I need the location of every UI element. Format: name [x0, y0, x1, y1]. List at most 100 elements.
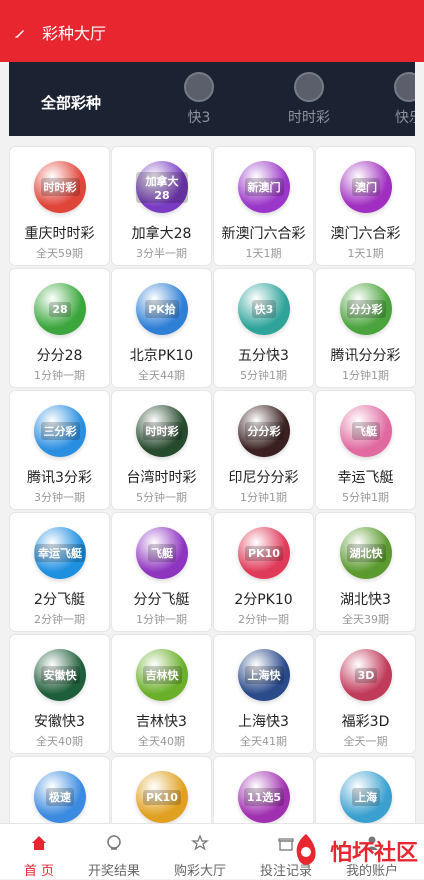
lottery-frequency: 全天一期 [343, 735, 388, 748]
lottery-card[interactable]: 3D 福彩3D 全天一期 [315, 634, 416, 754]
lottery-name: 五分快3 [238, 348, 289, 364]
lottery-logo-icon: 澳门 [340, 161, 392, 213]
lottery-frequency: 2分钟一期 [238, 613, 289, 626]
lottery-logo-icon: 新澳门 [238, 161, 290, 213]
lottery-card[interactable]: 澳门澳门六合彩 1天1期 [315, 146, 416, 266]
lottery-frequency: 全天59期 [36, 247, 83, 260]
star-icon [191, 834, 209, 851]
lottery-logo-icon: 三分彩 [34, 405, 86, 457]
lottery-logo-text: 上海 [352, 788, 380, 806]
lottery-card[interactable]: 时时彩重庆时时彩全天59期 [9, 146, 110, 266]
lottery-frequency: 3分半一期 [136, 247, 187, 260]
lottery-logo-icon: 时时彩 [136, 405, 188, 457]
category-tab-label: 快3 [187, 110, 211, 126]
lottery-logo-icon: 安徽快 [34, 649, 86, 701]
lottery-logo-text: 时时彩 [142, 422, 182, 440]
top-header: 彩种大厅 [0, 0, 424, 62]
category-tab-kl[interactable]: 快乐 [379, 72, 415, 132]
lottery-logo-text: 快3 [251, 300, 277, 318]
lottery-card[interactable]: PK10 2分PK10 2分钟一期 [213, 512, 314, 632]
lottery-name: 北京PK10 [129, 348, 194, 364]
tab-results[interactable]: 开奖结果 [84, 824, 144, 880]
lottery-logo-text: 吉林快 [142, 666, 182, 684]
lottery-card[interactable]: PK拾北京PK10 全天44期 [111, 268, 212, 388]
lottery-frequency: 1天1期 [245, 247, 282, 260]
tab-label: 购彩大厅 [173, 864, 226, 879]
lottery-card[interactable]: 28 分分28 1分钟一期 [9, 268, 110, 388]
lottery-logo-text: 湖北快 [346, 544, 386, 562]
lottery-logo-icon: PK拾 [136, 283, 188, 335]
lottery-name: 分分28 [36, 348, 83, 364]
lottery-card[interactable]: 飞艇 幸运飞艇 5分钟1期 [315, 390, 416, 510]
tab-label: 开奖结果 [87, 864, 140, 879]
lottery-logo-text: 新澳门 [244, 178, 284, 196]
lottery-name: 吉林快3 [136, 714, 187, 730]
lottery-logo-icon: 上海 [340, 771, 392, 823]
lottery-card[interactable]: 快3 五分快3 5分钟1期 [213, 268, 314, 388]
pencil-icon[interactable] [14, 27, 26, 39]
category-tab-label: 时时彩 [288, 110, 330, 126]
lottery-logo-icon: PK10 [136, 771, 188, 823]
lottery-logo-icon: 湖北快 [340, 527, 392, 579]
lottery-name: 分分飞艇 [133, 592, 190, 608]
lottery-logo-text: PK10 [143, 789, 181, 805]
category-tab-label: 快乐 [395, 110, 415, 126]
lottery-card[interactable]: 三分彩 腾讯3分彩 3分钟一期 [9, 390, 110, 510]
tab-home[interactable]: 首 页 [16, 824, 62, 880]
lottery-logo-icon: 3D [340, 649, 392, 701]
lottery-name: 湖北快3 [340, 592, 391, 608]
lottery-card[interactable]: 新澳门新澳门六合彩 1天1期 [213, 146, 314, 266]
lottery-name: 澳门六合彩 [330, 226, 401, 242]
lottery-name: 印尼分分彩 [228, 470, 299, 486]
lottery-frequency: 1天1期 [347, 247, 384, 260]
lottery-frequency: 2分钟一期 [34, 613, 85, 626]
page-title: 彩种大厅 [42, 24, 107, 43]
lottery-logo-text: 28 [49, 301, 71, 317]
lottery-logo-text: 三分彩 [40, 422, 80, 440]
tab-label: 首 页 [23, 864, 55, 879]
lottery-card[interactable]: 安徽快 安徽快3 全天40期 [9, 634, 110, 754]
lottery-name: 安徽快3 [34, 714, 85, 730]
lottery-logo-text: 飞艇 [352, 422, 380, 440]
lottery-logo-icon: 上海快 [238, 649, 290, 701]
category-all-tab[interactable]: 全部彩种 [41, 92, 101, 113]
lottery-name: 重庆时时彩 [24, 226, 95, 242]
category-tab-ssc[interactable]: 时时彩 [279, 72, 339, 132]
lottery-card[interactable]: 加拿大28 加拿大28 3分半一期 [111, 146, 212, 266]
lottery-card[interactable]: 分分彩 腾讯分分彩 1分钟1期 [315, 268, 416, 388]
lottery-logo-icon: PK10 [238, 527, 290, 579]
lottery-logo-text: 时时彩 [40, 178, 80, 196]
lottery-name: 腾讯分分彩 [330, 348, 401, 364]
lottery-card[interactable]: 飞艇 分分飞艇 1分钟一期 [111, 512, 212, 632]
lottery-card[interactable]: 分分彩 印尼分分彩 1分钟1期 [213, 390, 314, 510]
lottery-frequency: 5分钟1期 [240, 369, 287, 382]
watermark-logo-icon [296, 834, 316, 865]
lottery-card[interactable]: 上海快 上海快3 全天41期 [213, 634, 314, 754]
lottery-name: 幸运飞艇 [337, 470, 394, 486]
category-bar: 全部彩种 快3 时时彩 快乐 [9, 62, 415, 136]
lottery-logo-icon: 飞艇 [340, 405, 392, 457]
kl-icon [394, 72, 415, 102]
lottery-card[interactable]: 湖北快 湖北快3 全天39期 [315, 512, 416, 632]
lottery-logo-icon: 分分彩 [238, 405, 290, 457]
lottery-logo-text: 加拿大28 [136, 171, 188, 203]
lottery-frequency: 1分钟一期 [136, 613, 187, 626]
category-tab-k3[interactable]: 快3 [169, 72, 229, 132]
lottery-logo-text: 分分彩 [244, 422, 284, 440]
lottery-name: 台湾时时彩 [126, 470, 197, 486]
lottery-frequency: 全天44期 [138, 369, 185, 382]
lottery-frequency: 全天41期 [240, 735, 287, 748]
lottery-logo-icon: 加拿大28 [136, 161, 188, 213]
tab-lobby[interactable]: 购彩大厅 [170, 824, 230, 880]
lottery-name: 新澳门六合彩 [221, 226, 306, 242]
lottery-card[interactable]: 吉林快 吉林快3 全天40期 [111, 634, 212, 754]
lottery-logo-icon: 28 [34, 283, 86, 335]
lottery-card[interactable]: 时时彩 台湾时时彩 5分钟一期 [111, 390, 212, 510]
lottery-logo-icon: 11选5 [238, 771, 290, 823]
lottery-logo-icon: 极速 [34, 771, 86, 823]
lottery-card[interactable]: 幸运飞艇 2分飞艇 2分钟一期 [9, 512, 110, 632]
lottery-logo-icon: 快3 [238, 283, 290, 335]
lottery-logo-text: PK10 [245, 545, 283, 561]
lottery-logo-text: PK拾 [145, 300, 179, 318]
lottery-logo-text: 安徽快 [40, 666, 80, 684]
